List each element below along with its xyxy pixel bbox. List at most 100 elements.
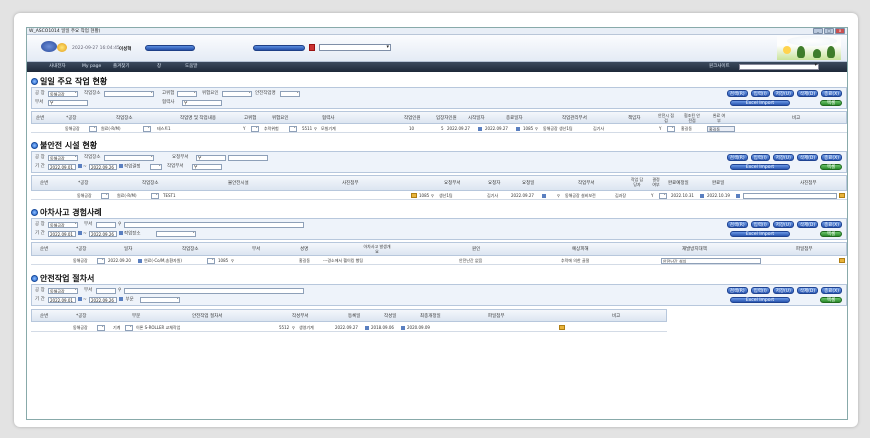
calendar-icon[interactable] xyxy=(365,326,369,330)
col-header[interactable]: 요청일 xyxy=(522,176,534,189)
sec2-workplace-select[interactable] xyxy=(104,155,154,161)
menu-item-favorites[interactable]: 즐겨찾기 xyxy=(113,62,130,72)
place-dropdown[interactable] xyxy=(143,126,151,132)
calendar-icon[interactable] xyxy=(78,231,82,235)
calendar-icon[interactable] xyxy=(119,297,123,301)
close-button[interactable]: x xyxy=(835,28,845,34)
calendar-icon[interactable] xyxy=(78,297,82,301)
search-icon[interactable]: ⚲ xyxy=(431,193,434,199)
search-button[interactable]: 검색(R) xyxy=(726,287,748,294)
col-header[interactable]: 등록일 xyxy=(348,310,360,323)
sec4-part-select[interactable] xyxy=(140,297,180,303)
col-header[interactable]: 요청부서 xyxy=(444,176,461,189)
save-button[interactable]: 저장(U) xyxy=(772,154,794,161)
col-header[interactable]: 순번 xyxy=(36,112,44,125)
folder-icon[interactable] xyxy=(839,193,845,198)
calendar-icon[interactable] xyxy=(401,326,405,330)
input-button[interactable]: 입력(I) xyxy=(750,221,770,228)
calendar-icon[interactable] xyxy=(736,194,740,198)
col-header[interactable]: 안전작업 절차서 xyxy=(192,310,222,323)
sec2-req-dept-input[interactable]: ⚲ xyxy=(196,155,226,161)
col-header[interactable]: 사진첨부 xyxy=(342,176,359,189)
search-button[interactable]: 검색(R) xyxy=(726,154,748,161)
col-header[interactable]: 작업인원 xyxy=(404,112,421,125)
col-header[interactable]: 작업장소 xyxy=(142,176,159,189)
calendar-icon[interactable] xyxy=(516,127,520,131)
sec2-work-dept-input[interactable]: ⚲ xyxy=(192,164,222,170)
risk-dropdown[interactable] xyxy=(289,126,297,132)
sec3-to-date[interactable]: 2022.09.26 xyxy=(89,231,117,237)
col-header[interactable]: 순번 xyxy=(40,310,48,323)
col-header[interactable]: 사진첨부 xyxy=(800,176,817,189)
sec3-plant-select[interactable]: 동해공장 xyxy=(48,222,78,228)
search-icon[interactable]: ⚲ xyxy=(557,193,560,199)
search-icon[interactable]: ⚲ xyxy=(194,165,198,169)
place-dropdown[interactable] xyxy=(207,258,215,264)
plant-dropdown[interactable] xyxy=(97,325,105,331)
col-header[interactable]: 순번 xyxy=(40,176,48,189)
folder-icon[interactable] xyxy=(839,258,845,263)
excel-import-button[interactable]: Excel Import xyxy=(730,231,790,237)
col-header[interactable]: 예상피해 xyxy=(572,243,589,256)
top-pill-button-1[interactable] xyxy=(145,45,195,51)
search-icon[interactable]: ⚲ xyxy=(292,325,295,331)
col-header[interactable]: 시작일자 xyxy=(468,112,485,125)
col-header[interactable]: *공장 xyxy=(66,112,77,125)
close-button[interactable]: 종료(X) xyxy=(821,90,842,97)
col-header[interactable]: 파일첨부 xyxy=(488,310,505,323)
col-header[interactable]: 부서 xyxy=(252,243,260,256)
input-button[interactable]: 입력(I) xyxy=(750,154,770,161)
decided-dropdown[interactable] xyxy=(659,193,667,199)
sec1-plant-select[interactable]: 동해공장 xyxy=(48,91,78,97)
col-header[interactable]: 작업장소 xyxy=(182,243,199,256)
delete-button[interactable]: 삭제(D) xyxy=(796,221,819,228)
col-header[interactable]: 작업부서 xyxy=(578,176,595,189)
sec4-to-date[interactable]: 2022.09.26 xyxy=(89,297,117,303)
place-dropdown[interactable] xyxy=(151,193,159,199)
col-header[interactable]: 책임자 xyxy=(628,112,640,125)
delete-button[interactable]: 삭제(D) xyxy=(796,90,819,97)
col-header[interactable]: 작성일 xyxy=(384,310,396,323)
red-flag-icon[interactable] xyxy=(309,44,315,51)
excel-import-button[interactable]: Excel Import xyxy=(730,164,790,170)
measure-input[interactable]: 안전난간 설치 xyxy=(661,258,761,264)
sec2-plant-select[interactable]: 동해공장 xyxy=(48,155,78,161)
table-row[interactable]: 동해공장 2022.09.20 연료(-Co/M,송환자원) 1085 ⚲ 홍길… xyxy=(31,257,847,265)
sec4-from-date[interactable]: 2022.09.01 xyxy=(48,297,76,303)
col-header[interactable]: 재발방지대책 xyxy=(682,243,707,256)
calendar-icon[interactable] xyxy=(138,259,142,263)
sec1-safety-select[interactable] xyxy=(280,91,300,97)
sec4-plant-select[interactable]: 동해공장 xyxy=(48,288,78,294)
plant-dropdown[interactable] xyxy=(101,193,109,199)
col-header[interactable]: 고위험 xyxy=(244,112,256,125)
calendar-icon[interactable] xyxy=(119,231,123,235)
save-button[interactable]: 저장(U) xyxy=(772,90,794,97)
sec3-workplace-select[interactable] xyxy=(156,231,196,237)
input-button[interactable]: 입력(I) xyxy=(750,90,770,97)
photo-attach-input[interactable] xyxy=(743,193,837,199)
top-combo-select[interactable] xyxy=(319,44,391,51)
sec4-dept-name-input[interactable] xyxy=(124,288,304,294)
calendar-icon[interactable] xyxy=(700,194,704,198)
col-header[interactable]: 일자 xyxy=(124,243,132,256)
search-icon[interactable]: ⚲ xyxy=(118,288,121,294)
close-button[interactable]: 종료(X) xyxy=(821,154,842,161)
table-row[interactable]: 동해공장 원료(-R/M) 테스트1 Y 추락위험 5511 ⚲ 모빌기계 10… xyxy=(31,125,847,133)
col-header[interactable]: 불안전시설 xyxy=(228,176,249,189)
col-header[interactable]: 파일첨부 xyxy=(796,243,813,256)
col-header[interactable]: 아차사고 발생개요 xyxy=(362,243,392,256)
calendar-icon[interactable] xyxy=(78,164,82,168)
sec1-danger-select[interactable] xyxy=(222,91,252,97)
close-button[interactable]: 종료(X) xyxy=(821,221,842,228)
minimize-button[interactable]: _ xyxy=(813,28,823,34)
menu-item-internal[interactable]: 사내전자 xyxy=(49,62,66,72)
excel-button[interactable]: 엑셀 xyxy=(820,297,842,303)
search-icon[interactable]: ⚲ xyxy=(198,156,202,160)
col-header[interactable]: 완료예정일 xyxy=(668,176,689,189)
top-pill-button-2[interactable] xyxy=(253,45,305,51)
delete-button[interactable]: 삭제(D) xyxy=(796,154,819,161)
excel-button[interactable]: 엑셀 xyxy=(820,231,842,237)
col-header[interactable]: 작성부서 xyxy=(292,310,309,323)
folder-icon[interactable] xyxy=(559,325,565,330)
col-header[interactable]: 성명 xyxy=(300,243,308,256)
